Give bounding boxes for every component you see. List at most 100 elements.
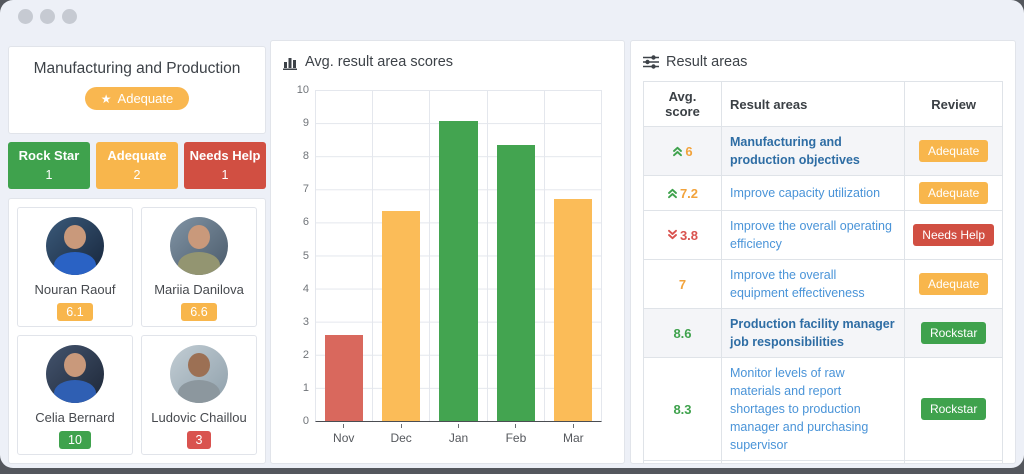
window-control-dot-1[interactable] (18, 9, 33, 24)
y-axis-tick-label: 4 (303, 283, 309, 295)
star-icon: ★ (101, 93, 112, 105)
review-button[interactable]: Needs Help (913, 224, 994, 246)
member-score-badge: 6.1 (57, 303, 92, 321)
avatar-torso (178, 252, 220, 275)
chart-x-axis: NovDecJanFebMar (315, 424, 602, 450)
x-axis-tick (573, 424, 574, 428)
result-area-link[interactable]: Improve the overall operating efficiency (730, 219, 892, 251)
result-areas-panel-title: Result areas (643, 54, 1003, 70)
avatar-torso (54, 252, 96, 275)
status-box-adequate: Adequate2 (96, 142, 178, 189)
avg-score-value: 8.3 (673, 402, 691, 417)
x-axis-tick (515, 424, 516, 428)
window-control-dot-2[interactable] (40, 9, 55, 24)
member-card[interactable]: Mariia Danilova6.6 (141, 207, 257, 327)
bar-chart: 012345678910 NovDecJanFebMar (283, 78, 612, 450)
avg-score-cell: 8.3 (644, 358, 722, 461)
result-area-row: 7 Improve the overall equipment effective… (644, 260, 1003, 309)
avatar-head (188, 225, 210, 249)
avg-scores-chart-panel: Avg. result area scores 012345678910 Nov… (270, 40, 625, 464)
result-areas-table: Avg. score Result areas Review 6 Manufact… (643, 81, 1003, 464)
avg-score-cell: 8.6 (644, 309, 722, 358)
window-control-dot-3[interactable] (62, 9, 77, 24)
result-areas-header-row: Avg. score Result areas Review (644, 82, 1003, 127)
result-area-link[interactable]: Production facility manager job responsi… (730, 317, 895, 349)
avg-score-value: 6 (685, 144, 692, 159)
header-result-areas: Result areas (722, 82, 905, 127)
result-area-cell: Monitor levels of raw materials and repo… (722, 358, 905, 461)
member-score-badge: 6.6 (181, 303, 216, 321)
avg-score-cell: 7.2 (644, 176, 722, 211)
chart-title: Avg. result area scores (305, 54, 453, 70)
review-cell: Adequate (905, 260, 1003, 309)
y-axis-tick-label: 1 (303, 382, 309, 394)
result-area-cell: Production facility manager job responsi… (722, 309, 905, 358)
result-areas-tbody: 6 Manufacturing and production objectives… (644, 127, 1003, 465)
result-area-row: 8.3 Monitor levels of raw materials and r… (644, 358, 1003, 461)
x-axis-tick (343, 424, 344, 428)
review-button[interactable]: Rockstar (921, 398, 986, 420)
result-area-cell: Manufacturing and production objectives (722, 127, 905, 176)
result-area-link[interactable]: Manufacturing and production objectives (730, 135, 860, 167)
avatar-torso (178, 380, 220, 403)
review-button[interactable]: Adequate (919, 140, 988, 162)
avatar (170, 217, 228, 275)
avatar-head (64, 353, 86, 377)
chart-bar-nov (325, 335, 363, 421)
chart-column-nov (316, 90, 373, 421)
result-area-row: 8.6 Production facility manager job respo… (644, 309, 1003, 358)
x-axis-category: Mar (545, 424, 602, 450)
dashboard-screen: Manufacturing and Production ★ Adequate … (0, 0, 1024, 468)
x-axis-label: Feb (487, 431, 544, 445)
review-cell: Rockstar (905, 309, 1003, 358)
chart-column-feb (488, 90, 545, 421)
result-area-cell: Improve the overall equipment effectiven… (722, 260, 905, 309)
y-axis-tick-label: 6 (303, 216, 309, 228)
avatar-head (64, 225, 86, 249)
member-name: Ludovic Chaillou (142, 410, 256, 425)
review-button[interactable]: Adequate (919, 273, 988, 295)
avg-score-value: 8.6 (673, 326, 691, 341)
avg-score-cell: 3.8 (644, 211, 722, 260)
chart-bar-dec (382, 211, 420, 421)
avg-score-value: 7.2 (680, 186, 698, 201)
result-area-link[interactable]: Monitor levels of raw materials and repo… (730, 366, 868, 452)
x-axis-category: Jan (430, 424, 487, 450)
member-card[interactable]: Celia Bernard10 (17, 335, 133, 455)
review-cell: Rockstar (905, 461, 1003, 465)
status-count: 2 (96, 166, 178, 184)
x-axis-category: Dec (372, 424, 429, 450)
x-axis-label: Mar (545, 431, 602, 445)
y-axis-tick-label: 8 (303, 150, 309, 162)
header-review: Review (905, 82, 1003, 127)
member-card[interactable]: Nouran Raouf6.1 (17, 207, 133, 327)
chart-column-mar (545, 90, 601, 421)
status-summary: Rock Star1Adequate2Needs Help1 (8, 142, 266, 189)
review-button[interactable]: Rockstar (921, 322, 986, 344)
avg-score-value: 7 (679, 277, 686, 292)
avg-score-cell: 8.9 (644, 461, 722, 465)
x-axis-label: Dec (372, 431, 429, 445)
x-axis-tick (401, 424, 402, 428)
member-card[interactable]: Ludovic Chaillou3 (141, 335, 257, 455)
review-cell: Rockstar (905, 358, 1003, 461)
x-axis-category: Feb (487, 424, 544, 450)
result-area-link[interactable]: Improve capacity utilization (730, 186, 880, 200)
result-area-link[interactable]: Improve the overall equipment effectiven… (730, 268, 865, 300)
y-axis-tick-label: 10 (297, 84, 309, 96)
result-area-cell: Improve capacity utilization (722, 176, 905, 211)
review-button[interactable]: Adequate (919, 182, 988, 204)
avg-score-value: 3.8 (680, 228, 698, 243)
y-axis-tick-label: 3 (303, 316, 309, 328)
status-label: Needs Help (184, 147, 266, 166)
member-name: Celia Bernard (18, 410, 132, 425)
team-summary-column: Manufacturing and Production ★ Adequate … (8, 46, 266, 464)
result-area-row: 8.9Oversee facility and equipment mainte… (644, 461, 1003, 465)
review-cell: Adequate (905, 127, 1003, 176)
bar-chart-plot: 012345678910 (315, 90, 602, 422)
result-area-cell: Improve the overall operating efficiency (722, 211, 905, 260)
y-axis-tick-label: 0 (303, 415, 309, 427)
team-rating-label: Adequate (118, 91, 174, 106)
review-cell: Adequate (905, 176, 1003, 211)
x-axis-tick (458, 424, 459, 428)
